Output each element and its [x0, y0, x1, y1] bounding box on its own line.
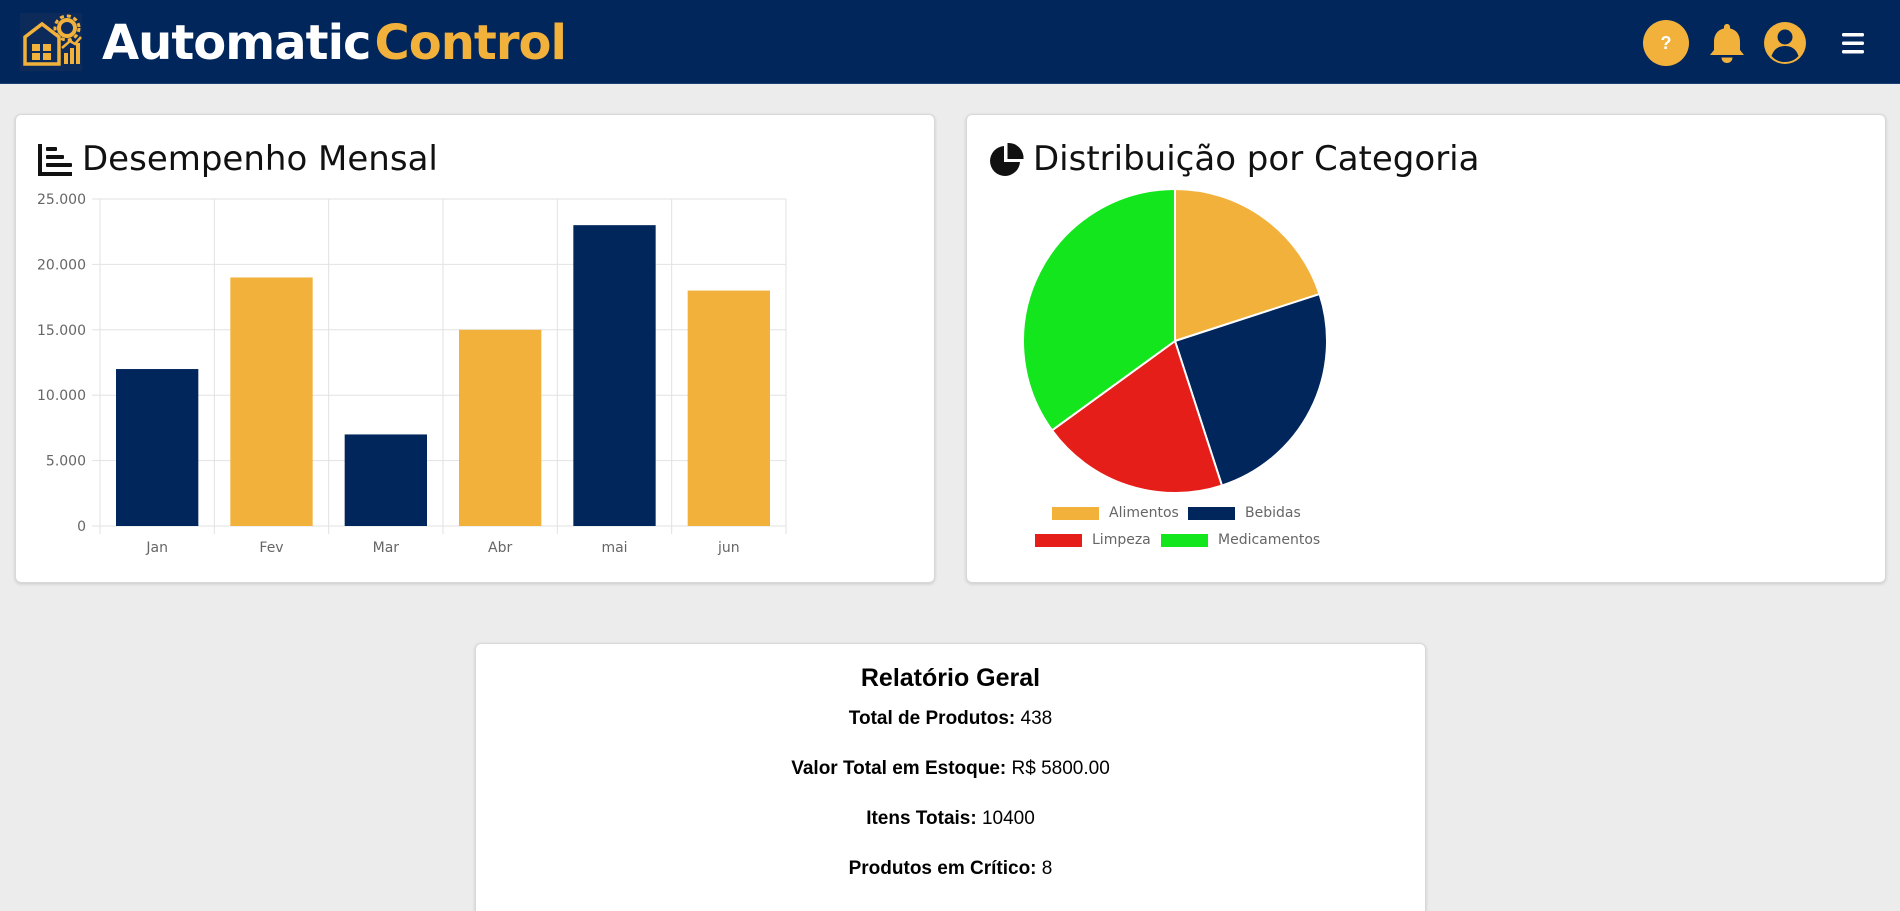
x-tick-label: Jan	[145, 540, 168, 556]
y-tick-label: 5.000	[46, 454, 86, 470]
legend-label: Medicamentos	[1218, 532, 1321, 548]
bar-jun[interactable]	[687, 290, 770, 526]
report-critical-products: Produtos em Crítico: 8	[476, 858, 1425, 880]
y-tick-label: 20.000	[37, 257, 86, 273]
report-label: Valor Total em Estoque:	[791, 758, 1007, 779]
legend-label: Alimentos	[1109, 505, 1179, 521]
report-value: 10400	[981, 808, 1035, 829]
bar-abr[interactable]	[459, 329, 542, 526]
top-navbar: AutomaticControl ?	[0, 0, 1900, 84]
category-distribution-card: Distribuição por Categoria Alimentos Beb…	[966, 114, 1886, 583]
bar-jan[interactable]	[116, 369, 199, 526]
y-tick-label: 0	[77, 519, 86, 535]
brand-word-2: Control	[374, 15, 567, 71]
bar-mai[interactable]	[573, 225, 656, 526]
report-title: Relatório Geral	[860, 664, 1041, 692]
x-tick-label: Abr	[488, 540, 512, 556]
report-stock-value: Valor Total em Estoque: R$ 5800.00	[476, 758, 1425, 780]
report-value: 8	[1041, 858, 1053, 879]
report-label: Itens Totais:	[866, 808, 977, 829]
x-tick-label: mai	[601, 540, 627, 556]
legend-item-medicamentos[interactable]: Medicamentos	[1161, 532, 1320, 548]
y-tick-label: 10.000	[37, 388, 86, 404]
hamburger-menu-icon[interactable]	[1830, 20, 1876, 66]
x-tick-label: jun	[717, 540, 740, 556]
legend-label: Limpeza	[1092, 532, 1151, 548]
report-value: R$ 5800.00	[1011, 758, 1110, 779]
legend-swatch	[1161, 533, 1208, 547]
report-total-products: Total de Produtos: 438	[476, 708, 1425, 730]
report-label: Produtos em Crítico:	[848, 858, 1037, 879]
notifications-bell-icon[interactable]	[1704, 20, 1750, 66]
legend-swatch	[1035, 533, 1082, 547]
help-button[interactable]: ?	[1643, 20, 1689, 66]
monthly-bar-chart: 0 5.000 10.000 15.000 20.000 25.000 Jan Fev Mar A…	[37, 192, 787, 556]
legend-item-alimentos[interactable]: Alimentos	[1052, 505, 1179, 521]
warehouse-gear-logo-icon[interactable]	[20, 13, 82, 71]
report-value: 438	[1020, 708, 1053, 729]
legend-swatch	[1052, 506, 1099, 520]
bar-mar[interactable]	[344, 434, 427, 526]
app-brand[interactable]: AutomaticControl	[102, 14, 567, 72]
general-report-card: Relatório Geral Total de Produtos: 438 V…	[475, 643, 1426, 911]
legend-swatch	[1188, 506, 1235, 520]
legend-item-limpeza[interactable]: Limpeza	[1035, 532, 1151, 548]
user-profile-icon[interactable]	[1762, 20, 1808, 66]
y-tick-label: 25.000	[37, 192, 86, 208]
brand-word-1: Automatic	[102, 15, 371, 71]
x-tick-label: Mar	[373, 540, 400, 556]
legend-label: Bebidas	[1245, 505, 1301, 521]
x-tick-label: Fev	[259, 540, 283, 556]
bar-fev[interactable]	[230, 277, 313, 526]
report-total-items: Itens Totais: 10400	[476, 808, 1425, 830]
legend-item-bebidas[interactable]: Bebidas	[1188, 505, 1301, 521]
monthly-performance-card: Desempenho Mensal 0 5.000 10.000 15.000 20.0…	[15, 114, 935, 583]
y-tick-label: 15.000	[37, 323, 86, 339]
report-label: Total de Produtos:	[848, 708, 1016, 729]
